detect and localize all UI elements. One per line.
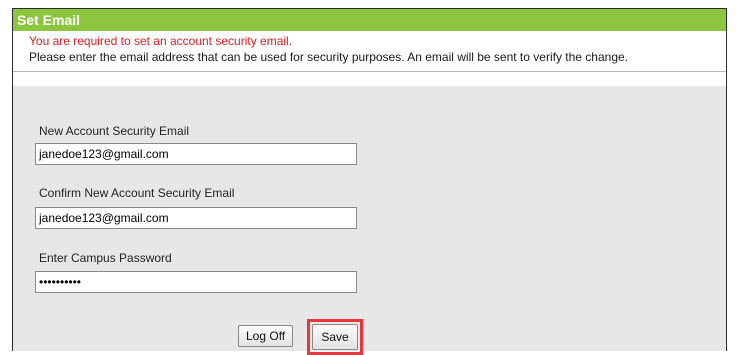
message-area: You are required to set an account secur…: [13, 31, 726, 72]
password-input[interactable]: [35, 271, 357, 293]
save-button-highlight: Save: [307, 319, 363, 355]
panel-title: Set Email: [13, 9, 726, 31]
set-email-panel: Set Email You are required to set an acc…: [12, 8, 727, 355]
warning-message: You are required to set an account secur…: [29, 34, 293, 48]
log-off-button[interactable]: Log Off: [238, 325, 294, 347]
new-email-label: New Account Security Email: [39, 124, 190, 138]
save-button[interactable]: Save: [312, 324, 358, 350]
password-label: Enter Campus Password: [39, 251, 172, 265]
new-email-input[interactable]: [35, 143, 357, 165]
confirm-email-input[interactable]: [35, 207, 357, 229]
email-form: New Account Security Email Confirm New A…: [13, 86, 726, 355]
info-message: Please enter the email address that can …: [29, 50, 628, 64]
confirm-email-label: Confirm New Account Security Email: [39, 186, 235, 200]
